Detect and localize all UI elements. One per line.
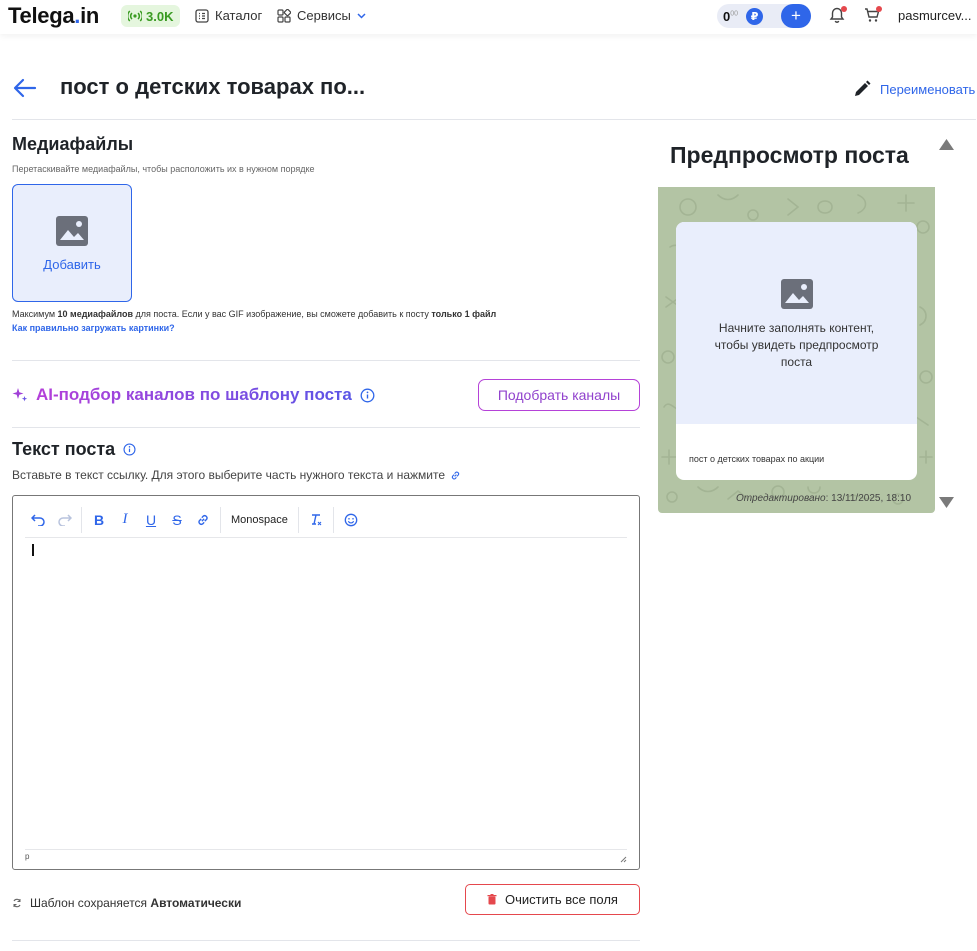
back-arrow-icon[interactable] bbox=[13, 78, 37, 98]
media-section-title: Медиафайлы bbox=[12, 134, 134, 154]
sparkle-icon bbox=[12, 388, 28, 402]
link-icon bbox=[451, 471, 460, 479]
clear-format-button[interactable] bbox=[303, 508, 329, 532]
bold-button[interactable]: B bbox=[86, 508, 112, 532]
add-funds-button[interactable]: + bbox=[781, 4, 811, 28]
ruble-icon: ₽ bbox=[746, 7, 764, 25]
nav-catalog[interactable]: Каталог bbox=[195, 8, 262, 23]
monospace-button[interactable]: Monospace bbox=[225, 514, 294, 526]
footer-divider bbox=[12, 940, 640, 941]
scroll-up-arrow-icon[interactable] bbox=[939, 139, 954, 150]
ai-selection-title: AI-подбор каналов по шаблону поста bbox=[12, 385, 375, 405]
redo-icon bbox=[57, 514, 72, 526]
preview-post-text: пост о детских товарах по акции bbox=[689, 454, 825, 464]
add-media-button[interactable]: Добавить bbox=[12, 184, 132, 302]
preview-title: Предпросмотр поста bbox=[670, 142, 909, 168]
balance-badge[interactable]: 3.0K bbox=[121, 5, 181, 27]
image-icon bbox=[780, 279, 813, 309]
preview-message-bubble: Начните заполнять контент, чтобы увидеть… bbox=[676, 222, 917, 480]
post-text-description: Вставьте в текст ссылку. Для этого выбер… bbox=[12, 468, 461, 482]
autosave-status: Шаблон сохраняется Автоматически bbox=[12, 896, 241, 910]
sync-icon bbox=[13, 898, 21, 908]
undo-button[interactable] bbox=[25, 508, 51, 532]
user-menu[interactable]: pasmurcev... bbox=[898, 8, 971, 23]
info-icon[interactable] bbox=[360, 388, 375, 403]
scroll-down-arrow-icon[interactable] bbox=[939, 497, 954, 508]
info-icon[interactable] bbox=[123, 443, 136, 456]
preview-media-placeholder: Начните заполнять контент, чтобы увидеть… bbox=[676, 222, 917, 424]
rename-button[interactable]: Переименовать bbox=[852, 79, 975, 99]
media-limit-note: Максимум 10 медиафайлов для поста. Если … bbox=[12, 309, 497, 319]
strikethrough-button[interactable]: S bbox=[164, 508, 190, 532]
top-navigation: Telega.in 3.0K Каталог Сервисы 000 ₽ + p… bbox=[0, 0, 977, 34]
services-grid-icon bbox=[277, 8, 291, 23]
resize-handle-icon[interactable] bbox=[619, 855, 627, 863]
wallet-balance[interactable]: 000 ₽ + bbox=[717, 4, 811, 28]
editor-statusbar: p bbox=[25, 849, 627, 863]
link-icon bbox=[198, 514, 208, 525]
editor-toolbar: B I U S Monospace bbox=[25, 502, 627, 538]
italic-button[interactable]: I bbox=[112, 508, 138, 532]
page-title: пост о детских товарах по... bbox=[60, 74, 366, 99]
upload-help-link[interactable]: Как правильно загружать картинки? bbox=[12, 323, 175, 333]
redo-button[interactable] bbox=[51, 508, 77, 532]
clear-format-icon bbox=[311, 513, 322, 525]
broadcast-icon bbox=[128, 10, 142, 22]
media-divider bbox=[12, 360, 640, 361]
image-icon bbox=[56, 215, 88, 246]
trash-icon bbox=[487, 894, 497, 905]
cart-button[interactable] bbox=[863, 6, 883, 26]
media-hint: Перетаскивайте медиафайлы, чтобы располо… bbox=[12, 164, 315, 174]
preview-placeholder-text: Начните заполнять контент, чтобы увидеть… bbox=[714, 321, 879, 369]
catalog-icon bbox=[195, 8, 209, 23]
select-channels-button[interactable]: Подобрать каналы bbox=[478, 379, 640, 411]
preview-edited-timestamp: Отредактировано: 13/11/2025, 18:10 bbox=[736, 493, 912, 504]
header-divider bbox=[12, 119, 976, 120]
undo-icon bbox=[30, 514, 45, 526]
emoji-button[interactable] bbox=[338, 508, 364, 532]
notification-dot bbox=[841, 6, 847, 12]
underline-button[interactable]: U bbox=[138, 508, 164, 532]
clear-all-fields-button[interactable]: Очистить все поля bbox=[465, 884, 640, 915]
post-text-editor[interactable]: B I U S Monospace p bbox=[12, 495, 640, 870]
cart-dot bbox=[876, 6, 882, 12]
text-caret bbox=[32, 544, 34, 556]
post-text-title: Текст поста bbox=[12, 439, 136, 460]
notifications-button[interactable] bbox=[828, 6, 848, 26]
pencil-icon bbox=[855, 80, 871, 96]
ai-divider bbox=[12, 427, 640, 428]
logo[interactable]: Telega.in bbox=[8, 3, 99, 29]
emoji-icon bbox=[344, 513, 358, 526]
nav-services[interactable]: Сервисы bbox=[277, 8, 366, 23]
chevron-down-icon bbox=[357, 12, 366, 19]
link-button[interactable] bbox=[190, 508, 216, 532]
